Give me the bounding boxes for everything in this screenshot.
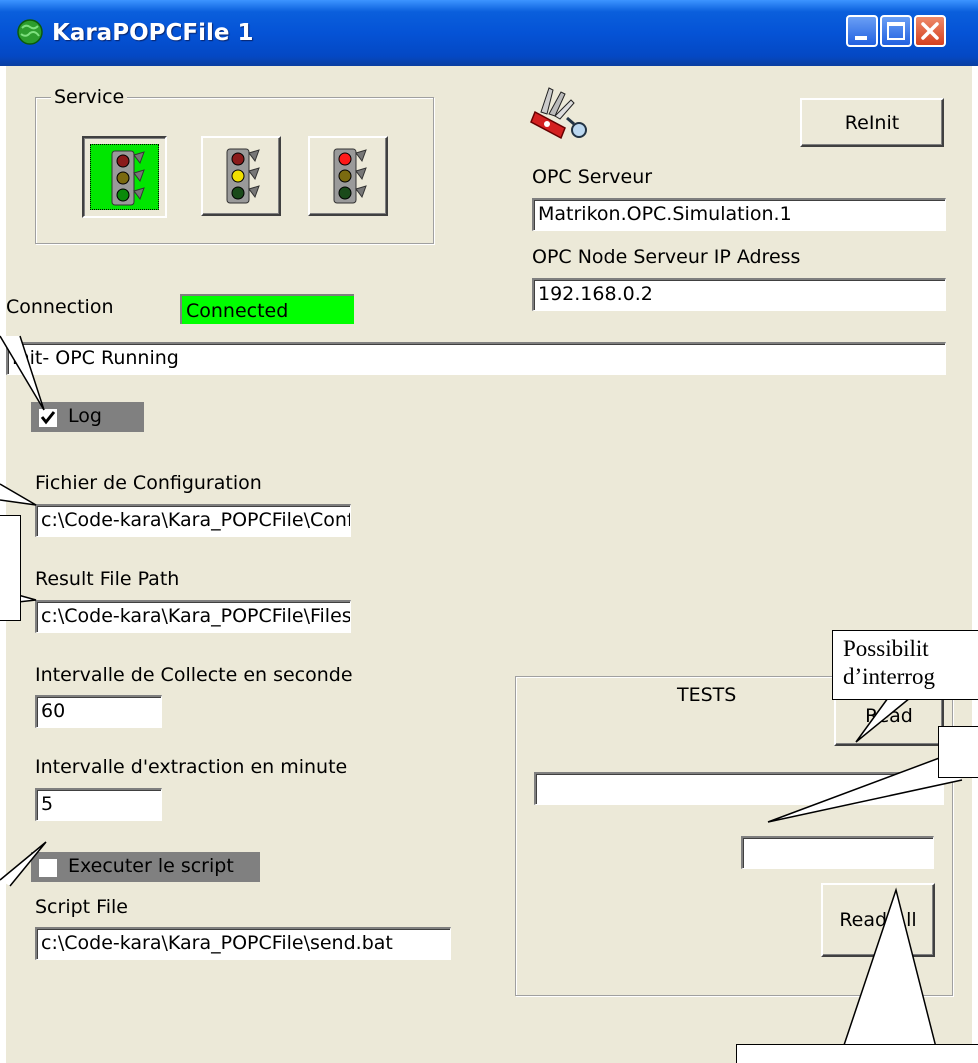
read-callout-text-1: Possibilit	[843, 636, 929, 661]
readall-callout-box	[736, 1044, 978, 1063]
config-callout-box	[0, 515, 21, 621]
readall-callout-pointer	[837, 887, 941, 1063]
application-window: KaraPOPCFile 1 Service ReInit OPC Serveu…	[0, 0, 978, 1063]
config-callout-pointer	[0, 483, 37, 506]
field-callout-box	[938, 726, 978, 778]
read-callout-pointer	[855, 697, 911, 743]
read-callout-text-2: d’interrog	[843, 664, 935, 689]
script-callout-pointer	[0, 841, 47, 887]
callout-pointers	[0, 335, 963, 1063]
field-callout-pointer	[767, 756, 963, 823]
read-callout-box: Possibilit d’interrog	[832, 630, 978, 700]
log-callout-pointer	[0, 335, 45, 411]
